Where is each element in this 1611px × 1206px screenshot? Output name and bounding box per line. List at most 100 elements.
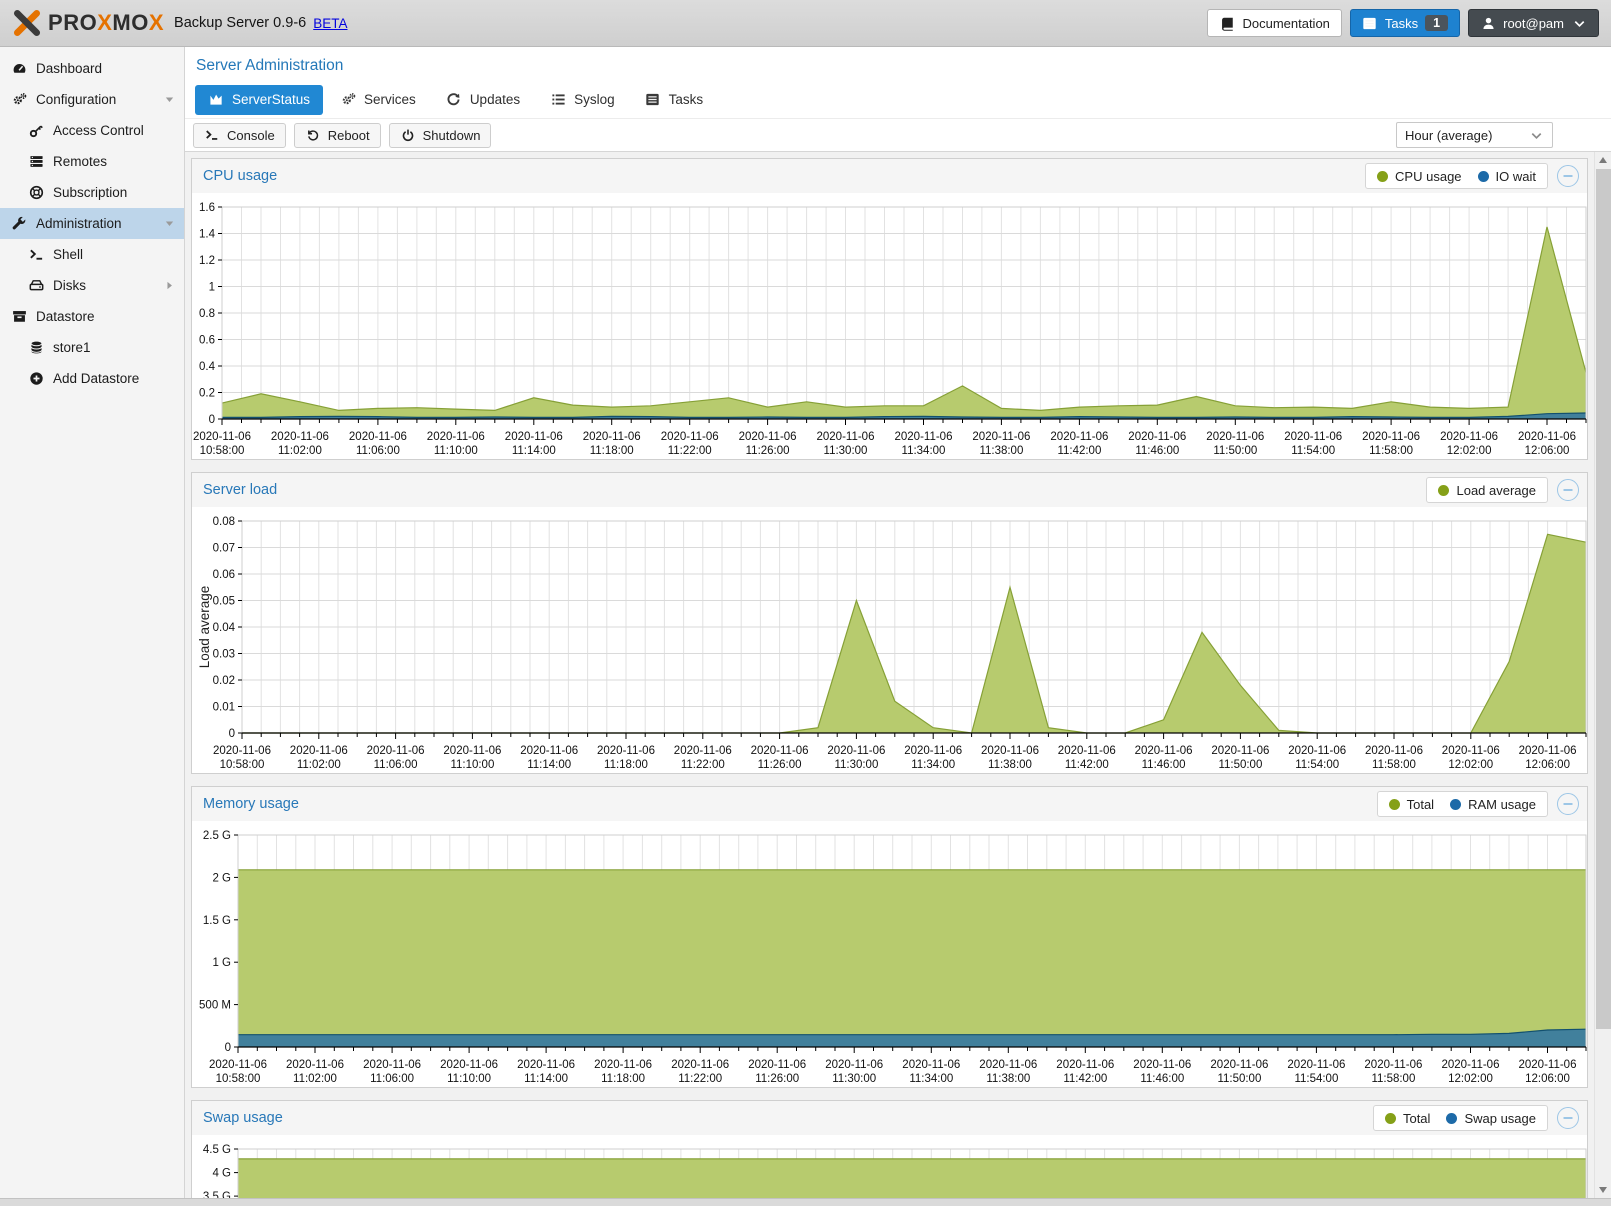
svg-text:2020-11-06: 2020-11-06: [1518, 431, 1576, 443]
legend-item-io-wait[interactable]: IO wait: [1478, 169, 1536, 184]
svg-text:2020-11-06: 2020-11-06: [1135, 745, 1193, 757]
svg-text:2020-11-06: 2020-11-06: [981, 745, 1039, 757]
chart-swap-usage: 0500 M1 G1.5 G2 G2.5 G3 G3.5 G4 G4.5 G20…: [192, 1135, 1587, 1206]
legend-label: Swap usage: [1464, 1111, 1536, 1126]
sidebar-item-dashboard[interactable]: Dashboard: [0, 53, 184, 84]
chart-legend: Total Swap usage: [1373, 1105, 1548, 1131]
main-layout: DashboardConfiguration Access Control Remo…: [0, 47, 1611, 1206]
chevron-down-icon: [1571, 15, 1587, 31]
task-list-icon: [1362, 15, 1378, 31]
scroll-down-arrow[interactable]: [1595, 1182, 1611, 1198]
tab-serverstatus[interactable]: ServerStatus: [195, 85, 323, 115]
collapse-panel-button[interactable]: [1557, 793, 1579, 815]
brand-text: PROXMOX: [48, 10, 164, 36]
svg-text:11:38:00: 11:38:00: [986, 1073, 1030, 1085]
svg-text:0.6: 0.6: [199, 335, 215, 347]
svg-text:0.08: 0.08: [213, 516, 235, 528]
beta-link[interactable]: BETA: [313, 16, 347, 31]
svg-text:12:06:00: 12:06:00: [1525, 759, 1570, 771]
svg-text:2020-11-06: 2020-11-06: [1519, 745, 1577, 757]
svg-text:1: 1: [209, 282, 215, 294]
svg-text:11:46:00: 11:46:00: [1142, 759, 1186, 771]
legend-item-total[interactable]: Total: [1385, 1111, 1430, 1126]
legend-item-cpu-usage[interactable]: CPU usage: [1377, 169, 1461, 184]
sidebar-item-add-datastore[interactable]: Add Datastore: [0, 363, 184, 394]
sidebar-item-store1[interactable]: store1: [0, 332, 184, 363]
svg-text:11:54:00: 11:54:00: [1295, 759, 1339, 771]
svg-text:2020-11-06: 2020-11-06: [1056, 1059, 1114, 1071]
scrollbar-thumb[interactable]: [1596, 169, 1611, 1029]
svg-text:Load average: Load average: [197, 586, 212, 669]
legend-dot-icon: [1385, 1113, 1396, 1124]
chart-legend: Load average: [1426, 477, 1548, 503]
svg-text:11:26:00: 11:26:00: [746, 445, 790, 457]
shutdown-button[interactable]: Shutdown: [389, 123, 492, 148]
chart-cpu-usage: 00.20.40.60.811.21.41.62020-11-0610:58:0…: [192, 193, 1587, 459]
sidebar-item-shell[interactable]: Shell: [0, 239, 184, 270]
svg-text:11:42:00: 11:42:00: [1065, 759, 1109, 771]
sidebar-item-datastore[interactable]: Datastore: [0, 301, 184, 332]
svg-text:2020-11-06: 2020-11-06: [979, 1059, 1037, 1071]
vertical-scrollbar[interactable]: [1594, 152, 1611, 1198]
svg-text:0.05: 0.05: [213, 596, 235, 608]
tab-updates[interactable]: Updates: [433, 85, 533, 115]
svg-text:0.02: 0.02: [213, 675, 235, 687]
svg-text:4.5 G: 4.5 G: [203, 1144, 231, 1156]
sidebar-item-remotes[interactable]: Remotes: [0, 146, 184, 177]
svg-text:12:02:00: 12:02:00: [1447, 445, 1492, 457]
svg-text:11:58:00: 11:58:00: [1372, 759, 1416, 771]
panel-title: Memory usage: [203, 796, 299, 812]
scroll-up-arrow[interactable]: [1595, 152, 1611, 168]
sidebar-item-access-control[interactable]: Access Control: [0, 115, 184, 146]
legend-item-total[interactable]: Total: [1389, 797, 1434, 812]
documentation-button[interactable]: Documentation: [1207, 9, 1341, 37]
legend-item-load-average[interactable]: Load average: [1438, 483, 1536, 498]
tasks-count-badge: 1: [1425, 15, 1448, 31]
tab-label: Updates: [470, 92, 520, 107]
tab-syslog[interactable]: Syslog: [537, 85, 628, 115]
sidebar-item-subscription[interactable]: Subscription: [0, 177, 184, 208]
svg-text:11:14:00: 11:14:00: [524, 1073, 568, 1085]
svg-text:2020-11-06: 2020-11-06: [751, 745, 809, 757]
chart-memory-usage: 0500 M1 G1.5 G2 G2.5 G2020-11-0610:58:00…: [192, 821, 1587, 1087]
sidebar-item-disks[interactable]: Disks: [0, 270, 184, 301]
sidebar-item-configuration[interactable]: Configuration: [0, 84, 184, 115]
panel-header-swap-usage: Swap usageTotal Swap usage: [192, 1101, 1587, 1135]
svg-text:2020-11-06: 2020-11-06: [1050, 431, 1108, 443]
terminal-icon: [204, 127, 220, 143]
svg-text:2020-11-06: 2020-11-06: [1365, 745, 1423, 757]
legend-label: IO wait: [1496, 169, 1536, 184]
charts-content: CPU usageCPU usageIO wait00.20.40.60.811…: [185, 152, 1611, 1206]
timeframe-select[interactable]: Hour (average): [1396, 122, 1553, 148]
collapse-panel-button[interactable]: [1557, 479, 1579, 501]
sidebar-item-administration[interactable]: Administration: [0, 208, 184, 239]
collapse-panel-button[interactable]: [1557, 165, 1579, 187]
reboot-button[interactable]: Reboot: [294, 123, 381, 148]
tab-services[interactable]: Services: [327, 85, 429, 115]
tasks-button[interactable]: Tasks 1: [1350, 9, 1460, 37]
svg-text:2020-11-06: 2020-11-06: [1288, 745, 1346, 757]
svg-text:2020-11-06: 2020-11-06: [661, 431, 719, 443]
svg-text:0.4: 0.4: [199, 361, 216, 373]
svg-text:11:50:00: 11:50:00: [1217, 1073, 1261, 1085]
caret-right-icon: [161, 278, 177, 294]
user-label: root@pam: [1503, 16, 1564, 31]
panel-swap-usage: Swap usageTotalSwap usage0500 M1 G1.5 G2…: [191, 1100, 1588, 1206]
svg-text:2020-11-06: 2020-11-06: [349, 431, 407, 443]
tasks-label: Tasks: [1385, 16, 1418, 31]
horizontal-scroll-strip[interactable]: [0, 1198, 1611, 1206]
legend-item-swap-usage[interactable]: Swap usage: [1446, 1111, 1536, 1126]
sidebar-item-label: Access Control: [53, 123, 144, 138]
collapse-panel-button[interactable]: [1557, 1107, 1579, 1129]
chart-canvas-server-load: 00.010.020.030.040.050.060.070.082020-11…: [192, 509, 1587, 773]
console-button[interactable]: Console: [193, 123, 286, 148]
svg-text:11:38:00: 11:38:00: [979, 445, 1023, 457]
user-menu-button[interactable]: root@pam: [1468, 9, 1599, 37]
sidebar-item-label: Disks: [53, 278, 86, 293]
caret-down-icon: [161, 216, 177, 232]
tab-tasks[interactable]: Tasks: [632, 85, 717, 115]
legend-item-ram-usage[interactable]: RAM usage: [1450, 797, 1536, 812]
svg-text:2020-11-06: 2020-11-06: [1442, 745, 1500, 757]
svg-text:11:50:00: 11:50:00: [1218, 759, 1262, 771]
svg-text:2020-11-06: 2020-11-06: [367, 745, 425, 757]
